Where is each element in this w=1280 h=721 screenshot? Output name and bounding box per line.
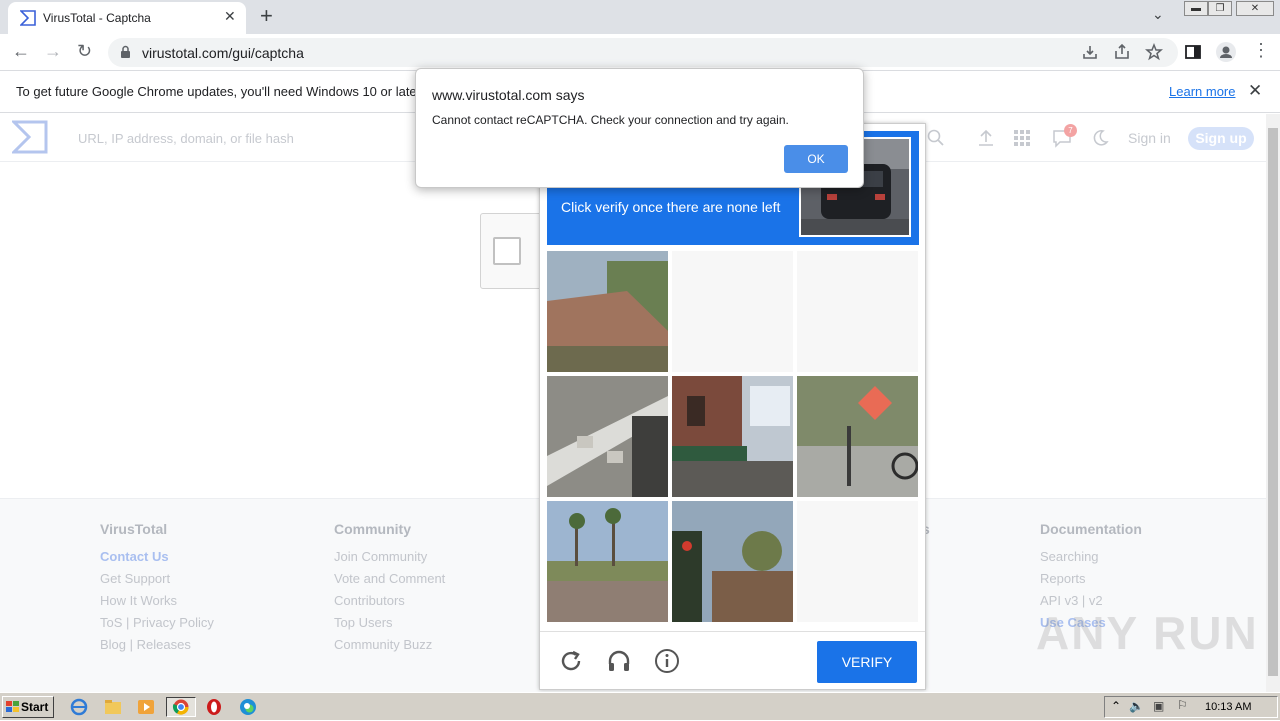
volume-icon[interactable]: 🔈 bbox=[1129, 699, 1144, 713]
profile-avatar-icon[interactable] bbox=[1216, 42, 1236, 62]
browser-toolbar: ← → ↻ virustotal.com/gui/captcha ⋮ bbox=[0, 34, 1280, 71]
reload-icon[interactable] bbox=[558, 648, 584, 674]
footer-link[interactable]: Vote and Comment bbox=[334, 571, 445, 586]
reload-page-icon[interactable]: ↻ bbox=[77, 41, 92, 62]
footer-column-community: Community Join Community Vote and Commen… bbox=[334, 521, 445, 659]
opera-icon[interactable] bbox=[203, 697, 225, 717]
challenge-tile-4[interactable] bbox=[547, 376, 668, 497]
minimize-button[interactable]: ▬ bbox=[1184, 1, 1208, 16]
tray-expand-icon[interactable]: ⌃ bbox=[1111, 699, 1121, 713]
new-tab-button[interactable]: + bbox=[260, 3, 273, 29]
recaptcha-checkbox[interactable] bbox=[493, 237, 521, 265]
windows-flag-icon bbox=[6, 701, 19, 712]
verify-button[interactable]: VERIFY bbox=[817, 641, 917, 683]
tab-title: VirusTotal - Captcha bbox=[43, 11, 151, 25]
infobar-close-icon[interactable]: ✕ bbox=[1248, 81, 1262, 101]
search-input[interactable]: URL, IP address, domain, or file hash bbox=[78, 131, 294, 146]
alert-origin: www.virustotal.com says bbox=[432, 87, 585, 103]
footer-heading: Community bbox=[334, 521, 411, 537]
alert-message: Cannot contact reCAPTCHA. Check your con… bbox=[432, 113, 789, 127]
infobar-message: To get future Google Chrome updates, you… bbox=[16, 84, 424, 99]
restore-button[interactable]: ❐ bbox=[1208, 1, 1232, 16]
footer-link[interactable]: Searching bbox=[1040, 549, 1142, 564]
system-tray: ⌃ 🔈 ▣ ⚐ 10:13 AM bbox=[1104, 696, 1278, 718]
notification-badge: 7 bbox=[1064, 124, 1077, 137]
footer-link[interactable]: How It Works bbox=[100, 593, 214, 608]
info-icon[interactable] bbox=[654, 648, 680, 674]
folder-icon[interactable] bbox=[102, 697, 124, 717]
search-icon[interactable] bbox=[926, 128, 946, 148]
menu-kebab-icon[interactable]: ⋮ bbox=[1252, 40, 1270, 61]
lock-icon[interactable] bbox=[120, 45, 131, 59]
network-icon[interactable]: ▣ bbox=[1153, 699, 1164, 713]
address-bar[interactable]: virustotal.com/gui/captcha bbox=[108, 38, 1178, 67]
media-player-icon[interactable] bbox=[135, 697, 157, 717]
footer-link[interactable]: Contact Us bbox=[100, 549, 214, 564]
anyrun-watermark: ANY RUN bbox=[1036, 607, 1259, 659]
ok-button[interactable]: OK bbox=[784, 145, 848, 173]
virustotal-favicon-icon bbox=[20, 10, 36, 26]
scrollbar-thumb[interactable] bbox=[1268, 128, 1278, 676]
sign-in-link[interactable]: Sign in bbox=[1128, 130, 1171, 146]
recaptcha-challenge: Click verify once there are none left VE… bbox=[539, 123, 926, 690]
start-label: Start bbox=[21, 700, 49, 714]
tab-close-icon[interactable]: ✕ bbox=[224, 8, 236, 25]
audio-icon[interactable] bbox=[606, 648, 632, 674]
footer-heading: VirusTotal bbox=[100, 521, 168, 537]
taskbar: Start ⌃ 🔈 ▣ ⚐ 10:13 AM bbox=[0, 692, 1280, 720]
start-button[interactable]: Start bbox=[2, 696, 54, 718]
upload-icon[interactable] bbox=[976, 128, 996, 148]
challenge-footer: VERIFY bbox=[540, 631, 925, 690]
footer-link[interactable]: Reports bbox=[1040, 571, 1142, 586]
challenge-tile-8[interactable] bbox=[672, 501, 793, 622]
install-icon[interactable] bbox=[1081, 43, 1099, 61]
footer-heading: Documentation bbox=[1040, 521, 1142, 537]
forward-icon[interactable]: → bbox=[44, 41, 62, 62]
ie-icon[interactable] bbox=[68, 697, 90, 717]
edge-icon[interactable] bbox=[237, 697, 259, 717]
apps-grid-icon[interactable] bbox=[1012, 128, 1032, 148]
footer-link[interactable]: Blog | Releases bbox=[100, 637, 214, 652]
learn-more-link[interactable]: Learn more bbox=[1169, 84, 1235, 99]
challenge-tile-2-empty[interactable] bbox=[672, 251, 793, 372]
footer-column-virustotal: VirusTotal Contact Us Get Support How It… bbox=[100, 521, 214, 659]
challenge-tile-1[interactable] bbox=[547, 251, 668, 372]
clock[interactable]: 10:13 AM bbox=[1205, 701, 1251, 713]
challenge-tile-5[interactable] bbox=[672, 376, 793, 497]
challenge-tile-6[interactable] bbox=[797, 376, 918, 497]
page-scrollbar[interactable] bbox=[1266, 114, 1280, 692]
side-panel-icon[interactable] bbox=[1184, 43, 1202, 61]
url-text: virustotal.com/gui/captcha bbox=[142, 45, 304, 61]
browser-tab[interactable]: VirusTotal - Captcha ✕ bbox=[8, 2, 246, 34]
footer-link[interactable]: Top Users bbox=[334, 615, 445, 630]
footer-link[interactable]: Contributors bbox=[334, 593, 445, 608]
dark-mode-moon-icon[interactable] bbox=[1090, 128, 1110, 148]
chrome-taskbar-button[interactable] bbox=[166, 697, 196, 717]
back-icon[interactable]: ← bbox=[12, 41, 30, 62]
close-window-button[interactable]: ✕ bbox=[1236, 1, 1274, 16]
challenge-tile-3-empty[interactable] bbox=[797, 251, 918, 372]
footer-link[interactable]: Community Buzz bbox=[334, 637, 445, 652]
sign-up-button[interactable]: Sign up bbox=[1188, 127, 1254, 150]
virustotal-logo-icon[interactable] bbox=[12, 120, 48, 154]
footer-link[interactable]: Get Support bbox=[100, 571, 214, 586]
tab-strip: VirusTotal - Captcha ✕ + ⌄ ▬ ❐ ✕ bbox=[0, 0, 1280, 34]
challenge-instruction: Click verify once there are none left bbox=[561, 199, 781, 215]
tab-search-chevron-icon[interactable]: ⌄ bbox=[1152, 6, 1164, 23]
alert-dialog: www.virustotal.com says Cannot contact r… bbox=[415, 68, 864, 188]
footer-link[interactable]: ToS | Privacy Policy bbox=[100, 615, 214, 630]
action-center-flag-icon[interactable]: ⚐ bbox=[1177, 698, 1188, 712]
share-icon[interactable] bbox=[1113, 43, 1131, 61]
chrome-icon bbox=[172, 699, 189, 715]
challenge-tile-9-empty[interactable] bbox=[797, 501, 918, 622]
challenge-tile-7[interactable] bbox=[547, 501, 668, 622]
footer-link[interactable]: Join Community bbox=[334, 549, 445, 564]
bookmark-star-icon[interactable] bbox=[1145, 43, 1163, 61]
